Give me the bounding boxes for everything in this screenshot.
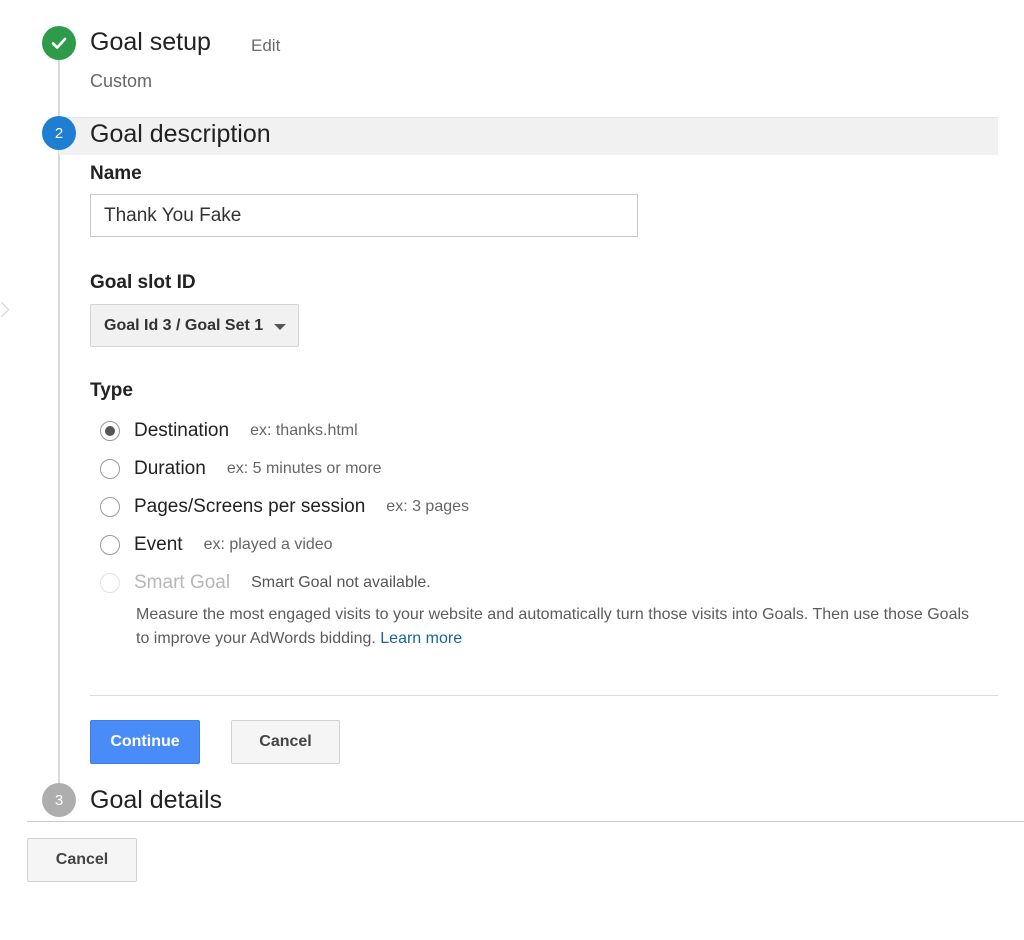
checkmark-icon [51,37,67,49]
goal-setup-summary: Custom [90,71,153,91]
radio-label[interactable]: Destination [134,420,229,442]
step-title-goal-setup: Goal setup [90,28,211,56]
radio-example: ex: thanks.html [250,422,358,439]
radio-label[interactable]: Duration [134,458,206,480]
continue-button[interactable]: Continue [90,720,200,764]
radio-label[interactable]: Event [134,534,183,556]
radio-option-destination[interactable]: Destination ex: thanks.html [100,418,358,444]
step-title-goal-details: Goal details [90,786,223,814]
divider [90,695,998,696]
goal-slot-selected-value: Goal Id 3 / Goal Set 1 [104,316,264,334]
learn-more-link[interactable]: Learn more [380,630,462,647]
radio-selected-dot [105,426,115,436]
radio-example: ex: played a video [203,536,333,553]
radio-label[interactable]: Pages/Screens per session [134,496,365,518]
goal-name-input[interactable] [90,194,638,237]
goal-slot-label: Goal slot ID [90,272,196,293]
type-label: Type [90,380,133,401]
radio-button[interactable] [100,459,120,479]
radio-label-disabled: Smart Goal [134,572,231,593]
radio-option-event[interactable]: Event ex: played a video [100,532,333,558]
radio-button[interactable] [100,535,120,555]
page-cancel-button[interactable]: Cancel [27,838,137,882]
radio-button[interactable] [100,421,120,441]
steps-connector [58,60,60,790]
cancel-button[interactable]: Cancel [231,720,340,764]
chevron-right-icon [0,301,10,318]
smart-goal-description: Measure the most engaged visits to your … [136,603,986,651]
smart-goal-description-text: Measure the most engaged visits to your … [136,606,970,647]
edit-link[interactable]: Edit [251,36,280,56]
dropdown-caret-icon [274,324,286,330]
goal-slot-dropdown[interactable]: Goal Id 3 / Goal Set 1 [90,304,299,347]
radio-example: Smart Goal not available. [251,574,431,591]
step-complete-badge [42,26,76,60]
radio-option-pages-per-session[interactable]: Pages/Screens per session ex: 3 pages [100,494,469,520]
radio-option-duration[interactable]: Duration ex: 5 minutes or more [100,456,382,482]
radio-example: ex: 5 minutes or more [226,460,382,477]
step-number-badge: 2 [42,116,76,150]
name-label: Name [90,163,142,184]
radio-example: ex: 3 pages [386,498,470,515]
radio-button-disabled [100,573,120,593]
section-divider [27,821,1024,822]
radio-option-smart-goal: Smart Goal Smart Goal not available. [100,570,431,596]
step-number-badge: 3 [42,783,76,817]
step-title-goal-description: Goal description [90,120,271,148]
radio-button[interactable] [100,497,120,517]
